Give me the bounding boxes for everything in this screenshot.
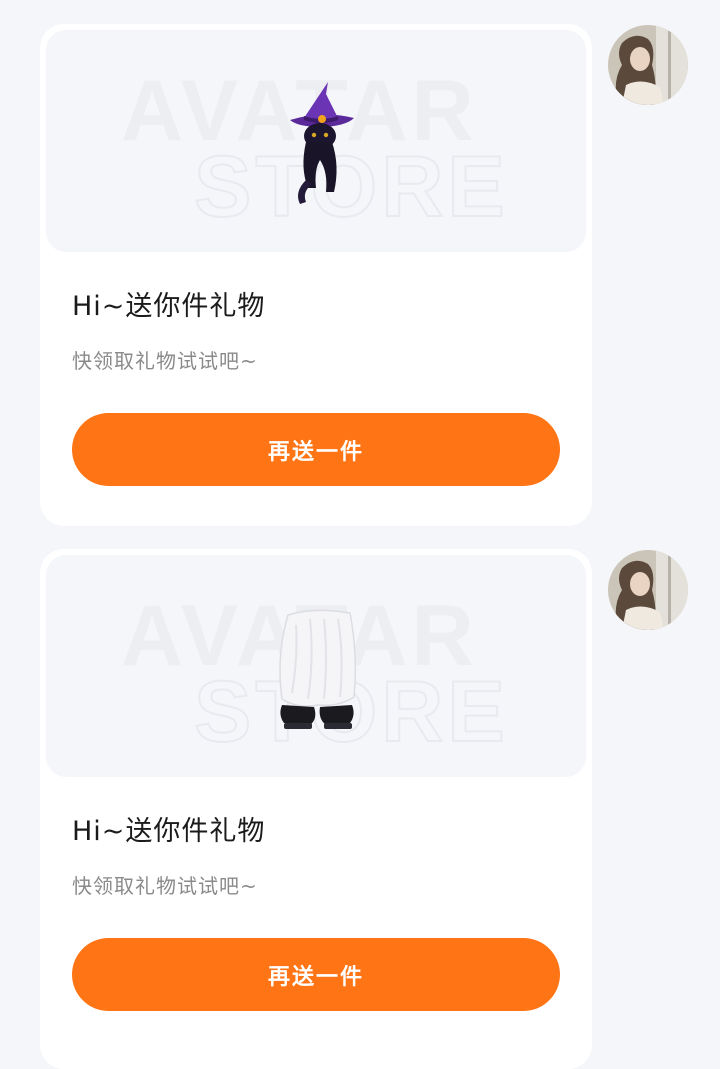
send-another-button[interactable]: 再送一件	[72, 413, 560, 486]
gift-message-card: AVATAR STORE Hi~送你件礼物 快领取礼物试试吧~ 再送一件	[40, 549, 592, 1069]
gift-message-card: AVATAR STORE Hi~送你件礼物 快领取礼物试试吧~ 再送一件	[40, 24, 592, 526]
avatar[interactable]	[608, 550, 688, 630]
gift-title: Hi~送你件礼物	[72, 816, 266, 847]
avatar-photo	[608, 550, 688, 630]
send-another-button[interactable]: 再送一件	[72, 938, 560, 1011]
gift-preview[interactable]: AVATAR STORE	[46, 555, 586, 777]
fluffy-boots-icon	[279, 609, 357, 729]
gift-subtitle: 快领取礼物试试吧~	[72, 874, 258, 898]
gift-subtitle: 快领取礼物试试吧~	[72, 349, 258, 373]
avatar-photo	[608, 25, 688, 105]
gift-preview[interactable]: AVATAR STORE	[46, 30, 586, 252]
gift-title: Hi~送你件礼物	[72, 291, 266, 322]
witch-hat-cat-icon	[290, 82, 354, 204]
avatar[interactable]	[608, 25, 688, 105]
